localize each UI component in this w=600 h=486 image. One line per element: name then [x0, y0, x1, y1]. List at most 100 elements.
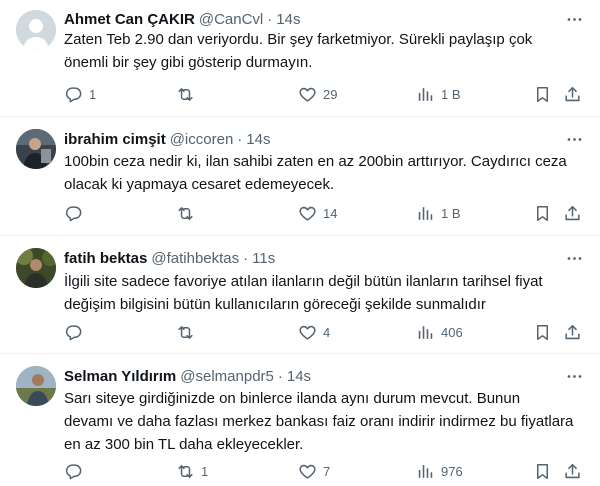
action-bar: 1 7 976 — [56, 459, 584, 483]
view-count: 406 — [441, 324, 463, 340]
views-button[interactable]: 1 B — [416, 82, 461, 106]
tweet-text-line: değişim bilgisini bütün kullanıcıların g… — [64, 296, 486, 313]
reply-button[interactable] — [64, 320, 89, 344]
bookmark-button[interactable] — [531, 459, 553, 483]
retweet-button[interactable] — [176, 320, 201, 344]
views-button[interactable]: 976 — [416, 459, 463, 483]
reply-button[interactable] — [64, 459, 89, 483]
tweet[interactable]: fatih bektas @fatihbektas · 11s İlgili s… — [0, 236, 600, 354]
tweet-header: ibrahim cimşit @iccoren · 14s — [64, 129, 584, 149]
share-icon — [563, 323, 582, 342]
bookmark-button[interactable] — [531, 82, 553, 106]
views-icon — [416, 323, 435, 342]
more-options-icon[interactable] — [562, 9, 586, 29]
views-button[interactable]: 406 — [416, 320, 463, 344]
share-button[interactable] — [561, 82, 583, 106]
views-icon — [416, 204, 435, 223]
share-button[interactable] — [561, 459, 583, 483]
author-name[interactable]: ibrahim cimşit — [64, 131, 166, 148]
avatar[interactable] — [16, 129, 56, 169]
retweet-button[interactable] — [176, 82, 201, 106]
tweet-header: Ahmet Can ÇAKIR @CanCvl · 14s — [64, 9, 584, 29]
heart-icon — [298, 85, 317, 104]
profile-photo-icon — [16, 129, 56, 169]
timestamp[interactable]: 11s — [252, 250, 275, 267]
share-icon — [563, 85, 582, 104]
tweet-header: Selman Yıldırım @selmanpdr5 · 14s — [64, 366, 584, 386]
tweet-text-line: olacak ki yapmaya cesaret edemeyecek. — [64, 176, 335, 193]
heart-icon — [298, 204, 317, 223]
like-count: 14 — [323, 205, 338, 221]
like-button[interactable]: 7 — [298, 459, 330, 483]
tweet-text-line: Sarı siteye girdiğinizde on binlerce ila… — [64, 390, 521, 407]
reply-feed: Ahmet Can ÇAKIR @CanCvl · 14s Zaten Teb … — [0, 0, 600, 486]
author-handle[interactable]: @selmanpdr5 — [180, 368, 274, 385]
bookmark-icon — [533, 85, 552, 104]
avatar[interactable] — [16, 366, 56, 406]
tweet-header: fatih bektas @fatihbektas · 11s — [64, 248, 584, 268]
bookmark-button[interactable] — [531, 201, 553, 225]
view-count: 1 B — [441, 205, 461, 221]
tweet-text-line: devamı ve daha fazlası merkez bankası fa… — [64, 413, 574, 430]
views-icon — [416, 85, 435, 104]
reply-icon — [64, 85, 83, 104]
avatar[interactable] — [16, 10, 56, 50]
separator-dot: · — [243, 249, 249, 267]
tweet-text-line: Zaten Teb 2.90 dan veriyordu. Bir şey fa… — [64, 31, 533, 48]
bookmark-icon — [533, 323, 552, 342]
share-icon — [563, 204, 582, 223]
heart-icon — [298, 323, 317, 342]
view-count: 976 — [441, 463, 463, 479]
avatar[interactable] — [16, 248, 56, 288]
reply-icon — [64, 204, 83, 223]
like-button[interactable]: 4 — [298, 320, 330, 344]
more-options-icon[interactable] — [562, 129, 586, 149]
author-name[interactable]: Selman Yıldırım — [64, 368, 176, 385]
bookmark-icon — [533, 462, 552, 481]
tweet-text: Zaten Teb 2.90 dan veriyordu. Bir şey fa… — [64, 28, 582, 74]
timestamp[interactable]: 14s — [246, 131, 270, 148]
share-icon — [563, 462, 582, 481]
reply-count: 1 — [89, 86, 97, 102]
tweet-text-line: İlgili site sadece favoriye atılan ilanl… — [64, 273, 543, 290]
share-button[interactable] — [561, 201, 583, 225]
separator-dot: · — [237, 130, 243, 148]
like-count: 4 — [323, 324, 331, 340]
author-name[interactable]: Ahmet Can ÇAKIR — [64, 11, 195, 28]
tweet-text: İlgili site sadece favoriye atılan ilanl… — [64, 270, 582, 316]
view-count: 1 B — [441, 86, 461, 102]
like-button[interactable]: 29 — [298, 82, 337, 106]
views-button[interactable]: 1 B — [416, 201, 461, 225]
retweet-icon — [176, 462, 195, 481]
reply-icon — [64, 323, 83, 342]
timestamp[interactable]: 14s — [276, 11, 300, 28]
bookmark-button[interactable] — [531, 320, 553, 344]
more-options-icon[interactable] — [562, 366, 586, 386]
action-bar: 14 1 B — [56, 201, 584, 225]
author-handle[interactable]: @iccoren — [170, 131, 234, 148]
like-button[interactable]: 14 — [298, 201, 337, 225]
tweet[interactable]: ibrahim cimşit @iccoren · 14s 100bin cez… — [0, 117, 600, 236]
tweet-text: 100bin ceza nedir ki, ilan sahibi zaten … — [64, 150, 582, 196]
author-name[interactable]: fatih bektas — [64, 250, 147, 267]
reply-button[interactable]: 1 — [64, 82, 96, 106]
separator-dot: · — [267, 10, 273, 28]
like-count: 7 — [323, 463, 331, 479]
tweet[interactable]: Selman Yıldırım @selmanpdr5 · 14s Sarı s… — [0, 354, 600, 486]
retweet-icon — [176, 85, 195, 104]
more-options-icon[interactable] — [562, 248, 586, 268]
author-handle[interactable]: @fatihbektas — [151, 250, 239, 267]
timestamp[interactable]: 14s — [287, 368, 311, 385]
like-count: 29 — [323, 86, 338, 102]
tweet[interactable]: Ahmet Can ÇAKIR @CanCvl · 14s Zaten Teb … — [0, 0, 600, 117]
retweet-icon — [176, 323, 195, 342]
action-bar: 4 406 — [56, 320, 584, 344]
tweet-text-line: en az 300 bin TL daha ekleyecekler. — [64, 436, 304, 453]
reply-button[interactable] — [64, 201, 89, 225]
author-handle[interactable]: @CanCvl — [199, 11, 263, 28]
retweet-button[interactable] — [176, 201, 201, 225]
separator-dot: · — [277, 367, 283, 385]
share-button[interactable] — [561, 320, 583, 344]
retweet-button[interactable]: 1 — [176, 459, 208, 483]
reply-icon — [64, 462, 83, 481]
